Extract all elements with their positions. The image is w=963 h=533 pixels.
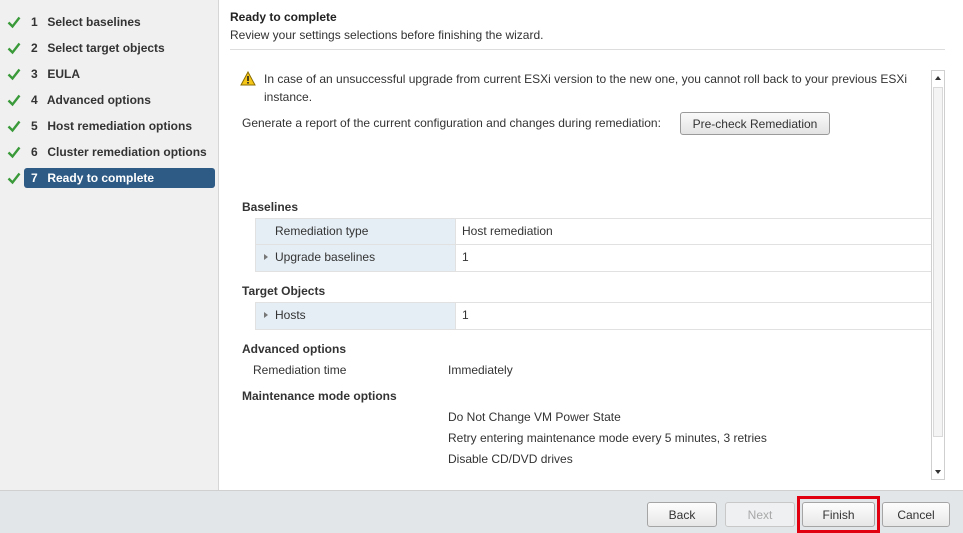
warning-text: In case of an unsuccessful upgrade from … <box>264 72 908 104</box>
next-button[interactable]: Next <box>725 502 795 527</box>
step-label: Cluster remediation options <box>47 145 207 159</box>
step-label: Select target objects <box>47 41 165 55</box>
row-label-expandable[interactable]: Upgrade baselines <box>256 245 456 271</box>
maintenance-mode-section-title: Maintenance mode options <box>242 389 397 403</box>
checkmark-icon <box>7 172 21 185</box>
step-label: Host remediation options <box>47 119 193 133</box>
step-ready-to-complete[interactable]: 7 Ready to complete <box>0 168 219 188</box>
checkmark-icon <box>7 146 21 159</box>
expand-arrow-icon[interactable] <box>264 254 268 260</box>
scroll-down-arrow-icon[interactable] <box>932 465 944 479</box>
row-label: Remediation type <box>256 219 456 244</box>
page-subtitle: Review your settings selections before f… <box>230 28 544 42</box>
page-title: Ready to complete <box>230 10 337 24</box>
remediation-time-value: Immediately <box>448 363 513 377</box>
maintenance-option-value: Do Not Change VM Power State <box>448 410 621 424</box>
row-label: Upgrade baselines <box>275 250 376 264</box>
row-label: Hosts <box>275 308 306 322</box>
step-advanced-options[interactable]: 4 Advanced options <box>0 90 219 110</box>
step-number: 3 <box>31 67 38 81</box>
page-header: Ready to complete Review your settings s… <box>230 10 945 50</box>
table-row[interactable]: Upgrade baselines 1 <box>256 245 932 271</box>
target-objects-table: Hosts 1 <box>255 302 933 330</box>
step-cluster-remediation-options[interactable]: 6 Cluster remediation options <box>0 142 219 162</box>
content-scrollbar[interactable] <box>931 70 945 480</box>
row-value: 1 <box>462 308 469 322</box>
step-label: Ready to complete <box>47 171 155 185</box>
row-label-expandable[interactable]: Hosts <box>256 303 456 329</box>
scrollbar-thumb[interactable] <box>933 87 943 437</box>
wizard-steps-sidebar: 1 Select baselines 2 Select target objec… <box>0 0 219 490</box>
step-label: Advanced options <box>46 93 151 107</box>
step-host-remediation-options[interactable]: 5 Host remediation options <box>0 116 219 136</box>
step-number: 5 <box>31 119 38 133</box>
row-value: 1 <box>462 250 469 264</box>
table-row: Remediation type Host remediation <box>256 219 932 245</box>
checkmark-icon <box>7 94 21 107</box>
row-value: Host remediation <box>462 224 553 238</box>
window-edge <box>955 0 963 490</box>
baselines-section-title: Baselines <box>242 200 299 214</box>
remediation-time-label: Remediation time <box>253 363 347 377</box>
step-number: 2 <box>31 41 38 55</box>
step-select-baselines[interactable]: 1 Select baselines <box>0 12 219 32</box>
table-row[interactable]: Hosts 1 <box>256 303 932 329</box>
step-number: 6 <box>31 145 38 159</box>
target-objects-section-title: Target Objects <box>242 284 326 298</box>
report-text: Generate a report of the current configu… <box>242 116 661 130</box>
finish-button[interactable]: Finish <box>802 502 875 527</box>
precheck-remediation-button[interactable]: Pre-check Remediation <box>680 112 830 135</box>
warning-icon <box>240 71 256 86</box>
summary-content: In case of an unsuccessful upgrade from … <box>230 62 946 488</box>
maintenance-option-value: Disable CD/DVD drives <box>448 452 573 466</box>
cancel-button[interactable]: Cancel <box>882 502 950 527</box>
step-select-target-objects[interactable]: 2 Select target objects <box>0 38 219 58</box>
step-number: 1 <box>31 15 38 29</box>
baselines-table: Remediation type Host remediation Upgrad… <box>255 218 933 272</box>
back-button[interactable]: Back <box>647 502 717 527</box>
scroll-up-arrow-icon[interactable] <box>932 71 944 85</box>
step-eula[interactable]: 3 EULA <box>0 64 219 84</box>
checkmark-icon <box>7 120 21 133</box>
expand-arrow-icon[interactable] <box>264 312 268 318</box>
step-label: EULA <box>47 67 81 81</box>
step-label: Select baselines <box>47 15 141 29</box>
step-number: 4 <box>31 93 38 107</box>
checkmark-icon <box>7 68 21 81</box>
wizard-footer: Back Next Finish Cancel <box>0 490 963 533</box>
checkmark-icon <box>7 16 21 29</box>
advanced-options-section-title: Advanced options <box>242 342 347 356</box>
step-number: 7 <box>31 171 38 185</box>
checkmark-icon <box>7 42 21 55</box>
maintenance-option-value: Retry entering maintenance mode every 5 … <box>448 431 767 445</box>
